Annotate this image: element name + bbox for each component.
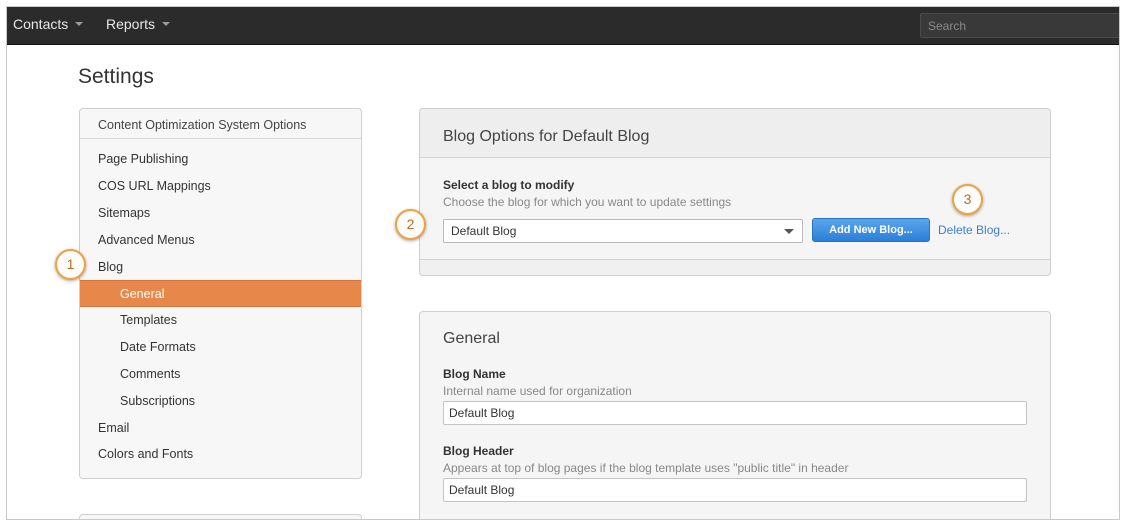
app-window: Contacts Reports Settings Content Optimi… [6, 6, 1120, 520]
general-title: General [443, 330, 500, 347]
sidebar-item-page-publishing[interactable]: Page Publishing [80, 146, 361, 173]
nav-reports-label: Reports [106, 16, 156, 32]
nav-contacts-label: Contacts [13, 16, 69, 32]
settings-sidebar: Content Optimization System Options Page… [79, 108, 362, 479]
callout-3: 3 [952, 184, 983, 215]
blog-select-value: Default Blog [451, 224, 517, 238]
sidebar-item-date-formats[interactable]: Date Formats [80, 334, 361, 361]
sidebar-item-templates[interactable]: Templates [80, 307, 361, 334]
sidebar-item-advanced-menus[interactable]: Advanced Menus [80, 227, 361, 254]
sidebar-item-cos-url-mappings[interactable]: COS URL Mappings [80, 173, 361, 200]
sidebar-header: Content Optimization System Options [80, 109, 361, 139]
sidebar-item-email[interactable]: Email [80, 415, 361, 442]
blog-header-help: Appears at top of blog pages if the blog… [443, 461, 849, 475]
chevron-down-icon [162, 22, 171, 27]
delete-blog-link[interactable]: Delete Blog... [938, 223, 1010, 237]
sidebar-item-comments[interactable]: Comments [80, 361, 361, 388]
blog-header-label: Blog Header [443, 444, 514, 458]
blog-name-label: Blog Name [443, 367, 506, 381]
add-new-blog-button[interactable]: Add New Blog... [812, 218, 930, 242]
panel-footer [420, 259, 1050, 275]
blog-select[interactable]: Default Blog [443, 219, 803, 243]
sidebar-item-sitemaps[interactable]: Sitemaps [80, 200, 361, 227]
secondary-sidebar-panel [79, 514, 362, 519]
callout-1: 1 [55, 249, 86, 280]
sidebar-item-general[interactable]: General [80, 280, 361, 307]
sidebar-item-subscriptions[interactable]: Subscriptions [80, 388, 361, 415]
page-title: Settings [78, 65, 154, 88]
nav-contacts[interactable]: Contacts [13, 7, 84, 43]
general-panel: General Blog Name Internal name used for… [419, 311, 1051, 519]
blog-header-field[interactable]: Default Blog [443, 478, 1027, 502]
select-blog-label: Select a blog to modify [443, 178, 575, 192]
dropdown-arrow-icon [784, 229, 794, 234]
chevron-down-icon [75, 22, 84, 27]
search-input[interactable] [920, 13, 1119, 38]
blog-name-help: Internal name used for organization [443, 384, 632, 398]
blog-options-title: Blog Options for Default Blog [420, 109, 1050, 158]
select-blog-help: Choose the blog for which you want to up… [443, 195, 732, 209]
sidebar-item-colors-and-fonts[interactable]: Colors and Fonts [80, 441, 361, 468]
top-nav: Contacts Reports [7, 7, 1119, 45]
blog-name-field[interactable]: Default Blog [443, 401, 1027, 425]
sidebar-item-blog[interactable]: Blog [80, 254, 361, 281]
nav-reports[interactable]: Reports [106, 7, 171, 43]
callout-2: 2 [395, 209, 426, 240]
